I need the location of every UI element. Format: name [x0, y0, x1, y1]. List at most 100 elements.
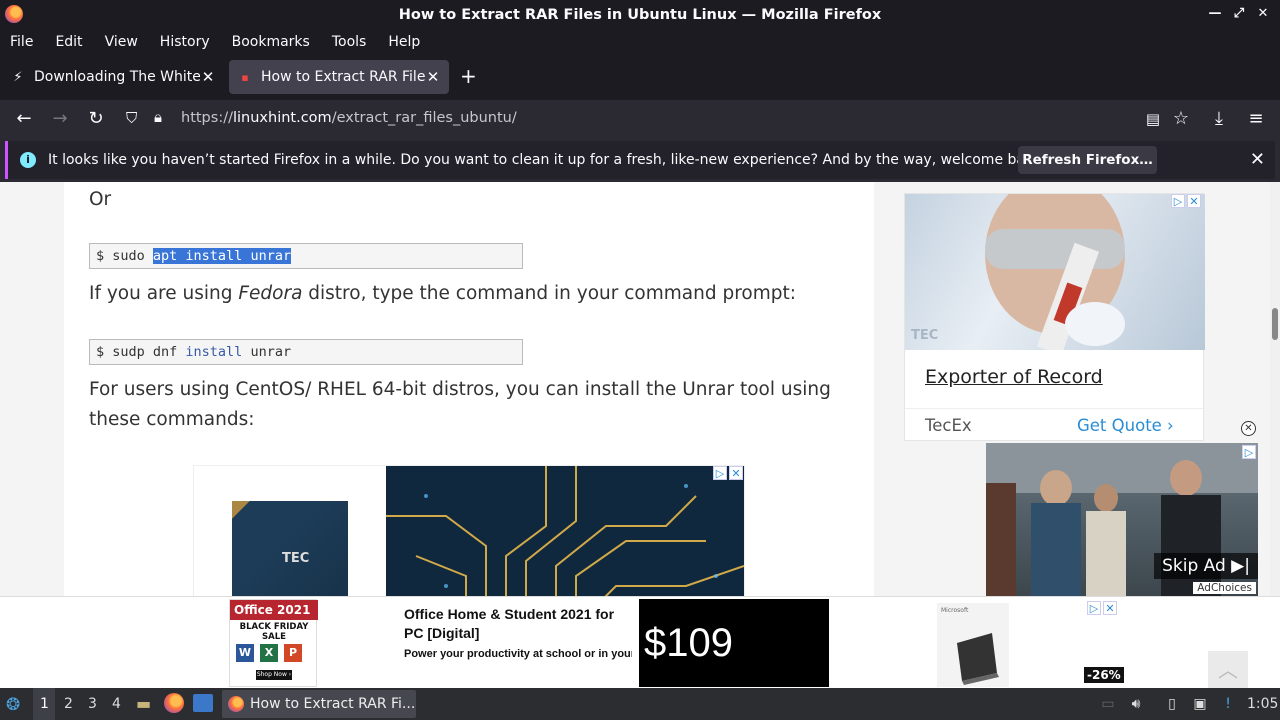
close-ad-icon[interactable]: ✕	[729, 466, 743, 480]
notification-bar: i It looks like you haven’t started Fire…	[0, 138, 1280, 182]
new-tab-button[interactable]: +	[460, 64, 477, 88]
file-manager-icon[interactable]: ▬	[136, 694, 151, 713]
firefox-launcher-icon[interactable]	[164, 693, 184, 713]
shield-icon[interactable]: ⛉	[126, 109, 137, 127]
divider	[905, 408, 1205, 409]
download-icon[interactable]: ⤓	[1208, 108, 1230, 130]
minimize-icon[interactable]: —	[1208, 6, 1222, 21]
close-tab-icon[interactable]: ✕	[425, 68, 441, 86]
menu-bar: File Edit View History Bookmarks Tools H…	[0, 29, 1280, 54]
word-icon: W	[236, 644, 254, 662]
forward-arrow-icon[interactable]: →	[49, 108, 71, 130]
close-video-ad-icon[interactable]: ✕	[1241, 421, 1256, 436]
close-notification-icon[interactable]: ✕	[1250, 149, 1265, 170]
close-ad-icon[interactable]: ✕	[1103, 601, 1117, 615]
url-text[interactable]: https://linuxhint.com/extract_rar_files_…	[181, 110, 517, 126]
info-icon: i	[20, 152, 36, 168]
scrollbar-thumb[interactable]	[1272, 308, 1278, 340]
ad-brand: TecEx	[925, 416, 972, 435]
url-bar[interactable]: ⛉ 🔒︎ https://linuxhint.com/extract_rar_f…	[118, 104, 1242, 134]
video-ad[interactable]: Skip Ad ▶| AdChoices ▷	[986, 443, 1258, 596]
taskbar-window-title: How to Extract RAR Fi...	[250, 696, 416, 712]
adchoices-label[interactable]: AdChoices	[1193, 582, 1256, 594]
scroll-to-top-button[interactable]: ︿	[1208, 651, 1248, 689]
adchoices-icon[interactable]: ▷	[713, 466, 727, 480]
excel-icon: X	[260, 644, 278, 662]
office-ad-image: Office 2021 BLACK FRIDAY SALE W X P Shop…	[229, 599, 318, 687]
bottom-ad-container: Office 2021 BLACK FRIDAY SALE W X P Shop…	[0, 596, 1280, 689]
tab-title: How to Extract RAR Files in Ubuntu Linux	[261, 69, 425, 85]
fedora-paragraph: If you are using Fedora distro, type the…	[89, 283, 796, 304]
window-titlebar: How to Extract RAR Files in Ubuntu Linux…	[0, 0, 1280, 29]
or-text: Or	[89, 189, 112, 210]
taskbar-window-firefox[interactable]: How to Extract RAR Fi...	[222, 690, 416, 718]
get-quote-link[interactable]: Get Quote ›	[1077, 416, 1174, 435]
powerpoint-icon: P	[284, 644, 302, 662]
display-icon[interactable]: ▣	[1190, 694, 1210, 714]
tab-extract-rar[interactable]: ▪ How to Extract RAR Files in Ubuntu Lin…	[229, 60, 449, 94]
window-controls: — ⤢ ✕	[1208, 6, 1270, 21]
tab-downloading[interactable]: ⚡ Downloading The White H ✕	[2, 60, 224, 94]
tray-blank-icon[interactable]: ▭	[1098, 694, 1118, 714]
office-badge: Office 2021	[230, 600, 318, 620]
window-title: How to Extract RAR Files in Ubuntu Linux…	[398, 6, 882, 23]
notification-message: It looks like you haven’t started Firefo…	[48, 152, 1047, 168]
menu-history[interactable]: History	[160, 34, 210, 50]
tec-logo: TEC	[911, 328, 939, 343]
close-ad-icon[interactable]: ✕	[1187, 194, 1201, 208]
taskbar: ❂ 1 2 3 4 ▬ How to Extract RAR Fi... ▭ 🔊…	[0, 688, 1280, 720]
tab-bar: ⚡ Downloading The White H ✕ ▪ How to Ext…	[0, 54, 1280, 100]
lock-icon[interactable]: 🔒︎	[154, 108, 162, 126]
refresh-firefox-button[interactable]: Refresh Firefox…	[1018, 146, 1157, 174]
office-box-image: Microsoft	[937, 603, 1009, 687]
ad-headline[interactable]: Exporter of Record	[925, 366, 1103, 388]
code-block-apt[interactable]: $ sudo apt install unrar	[89, 243, 523, 269]
menu-help[interactable]: Help	[388, 34, 420, 50]
ad-product-title[interactable]: Office Home & Student 2021 for PC [Digit…	[404, 605, 634, 643]
adchoices-icon[interactable]: ▷	[1242, 445, 1256, 459]
ad-price[interactable]: $109	[639, 599, 829, 687]
back-arrow-icon[interactable]: ←	[13, 108, 35, 130]
terminal-icon[interactable]	[193, 694, 213, 712]
scientist-photo-image: TEC	[905, 194, 1205, 350]
reader-view-icon[interactable]: ▤	[1142, 108, 1164, 130]
code-block-dnf[interactable]: $ sudp dnf install unrar	[89, 339, 523, 365]
shop-now-label: Shop Now ›	[256, 670, 292, 680]
ad-controls: ▷ ✕	[1171, 194, 1201, 208]
clipboard-icon[interactable]: ▯	[1162, 694, 1182, 714]
clock[interactable]: 1:05	[1247, 696, 1278, 712]
circuit-board-image	[386, 466, 744, 606]
close-window-icon[interactable]: ✕	[1256, 6, 1270, 21]
linuxhint-favicon-icon: ▪	[241, 70, 249, 84]
firefox-logo-icon	[5, 5, 23, 23]
adchoices-icon[interactable]: ▷	[1087, 601, 1101, 615]
adchoices-icon[interactable]: ▷	[1171, 194, 1185, 208]
bookmark-star-icon[interactable]: ☆	[1170, 108, 1192, 130]
menu-edit[interactable]: Edit	[55, 34, 82, 50]
workspace-4[interactable]: 4	[112, 696, 121, 712]
tab-title: Downloading The White H	[34, 69, 200, 85]
start-menu-icon[interactable]: ❂	[6, 695, 20, 715]
hamburger-menu-icon[interactable]: ≡	[1245, 108, 1267, 130]
menu-view[interactable]: View	[105, 34, 138, 50]
workspace-2[interactable]: 2	[64, 696, 73, 712]
bottom-ad[interactable]: Office 2021 BLACK FRIDAY SALE W X P Shop…	[149, 599, 1124, 687]
maximize-icon[interactable]: ⤢	[1232, 6, 1246, 21]
sidebar-ad[interactable]: TEC ▷ ✕ Exporter of Record TecEx Get Quo…	[904, 193, 1205, 441]
menu-tools[interactable]: Tools	[332, 34, 367, 50]
volume-icon[interactable]: 🔊︎	[1126, 694, 1146, 714]
reload-icon[interactable]: ↻	[85, 108, 107, 130]
sale-label: BLACK FRIDAY SALE	[239, 622, 309, 642]
workspace-3[interactable]: 3	[88, 696, 97, 712]
workspace-1[interactable]: 1	[40, 696, 49, 712]
inline-ad[interactable]: TEC ▷ ✕	[193, 465, 745, 606]
menu-bookmarks[interactable]: Bookmarks	[232, 34, 310, 50]
close-tab-icon[interactable]: ✕	[200, 68, 216, 86]
ad-product-desc: Power your productivity at school or in …	[404, 648, 632, 660]
notification-icon[interactable]: !	[1218, 694, 1238, 714]
ad-controls: ▷ ✕	[713, 466, 743, 480]
ad-controls: ▷	[1242, 445, 1256, 459]
tec-logo: TEC	[282, 551, 310, 566]
menu-file[interactable]: File	[10, 34, 33, 50]
skip-ad-button[interactable]: Skip Ad ▶|	[1154, 553, 1258, 579]
